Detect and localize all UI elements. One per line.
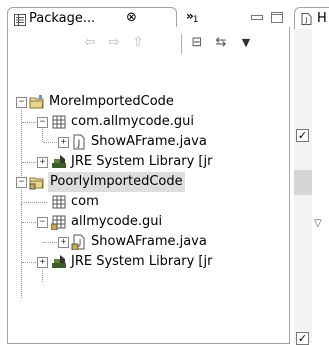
minimize-icon[interactable] [251,12,263,23]
package-icon [52,115,66,129]
package-view-tabbar: Package... ⊗ »1 [7,7,288,34]
tree-item-label: JRE System Library [jr [71,254,213,269]
tree-row-library[interactable]: + JRE System Library [jr [7,152,287,172]
svg-text:J: J [304,16,307,24]
library-icon [52,255,66,268]
tree-row-package[interactable]: com [7,192,277,212]
task-marker-icon[interactable]: ✓ [296,332,309,345]
tree-item-label: allmycode.gui [71,214,163,229]
tab-editor[interactable]: J H [294,7,329,28]
tree-row-project[interactable]: − MoreImportedCode [7,92,277,112]
collapse-toggle[interactable]: − [37,217,48,228]
task-marker-icon[interactable]: ✓ [296,129,309,142]
java-file-icon: J [73,134,85,150]
view-overflow-button[interactable]: »1 [186,9,198,25]
collapse-toggle[interactable]: − [16,97,27,108]
up-folder-icon[interactable]: ⇧ [128,34,148,52]
toolbar-separator [181,34,182,54]
package-icon [52,195,66,209]
back-arrow-icon[interactable]: ⇦ [80,34,100,52]
link-with-editor-icon[interactable]: ⇆ [211,34,231,52]
project-folder-warning-icon [29,177,44,190]
collapse-toggle[interactable]: − [16,177,27,188]
forward-arrow-icon[interactable]: ⇨ [104,34,124,52]
overflow-chevron-icon: » [186,9,194,23]
library-icon [52,155,66,168]
overflow-count: 1 [192,15,199,25]
tree-row-library[interactable]: + JRE System Library [jr [7,252,287,272]
tree-item-label: PoorlyImportedCode [48,172,185,192]
java-file-icon: J [301,13,312,25]
editor-tab-label: H [317,11,327,26]
tree-row-package[interactable]: − com.allmycode.gui [7,112,277,132]
tree-row-java-file[interactable]: + J ShowAFrame.java [7,232,277,252]
fold-toggle-icon[interactable]: ▽ [314,218,322,229]
tree-item-label: ShowAFrame.java [91,234,207,249]
package-warning-icon [51,215,66,230]
tree-row-java-file[interactable]: + J ShowAFrame.java [7,132,277,152]
tab-label: Package... [29,11,96,26]
maximize-icon[interactable] [271,12,283,23]
editor-gutter-highlight [294,170,312,195]
tree-item-label: ShowAFrame.java [91,134,207,149]
java-file-warning-icon: J [71,234,85,250]
close-icon[interactable]: ⊗ [126,10,137,25]
tree-item-label: com [71,194,99,209]
collapse-toggle[interactable]: − [37,117,48,128]
tree-item-label: JRE System Library [jr [71,154,213,169]
expand-toggle[interactable]: + [58,137,69,148]
view-toolbar: ⇦ ⇨ ⇧ ⊟ ⇆ ▼ [7,28,288,58]
package-explorer-icon [14,14,26,26]
collapse-all-icon[interactable]: ⊟ [187,34,207,52]
expand-toggle[interactable]: + [58,237,69,248]
expand-toggle[interactable]: + [37,157,48,168]
view-menu-icon[interactable]: ▼ [236,34,256,52]
project-folder-icon [29,95,44,109]
tree-row-project-selected[interactable]: − PoorlyImportedCode [7,172,279,192]
svg-text:J: J [77,139,81,149]
tree-row-package[interactable]: − allmycode.gui [7,212,277,232]
expand-toggle[interactable]: + [37,257,48,268]
tree-item-label: MoreImportedCode [49,94,174,109]
tree-item-label: com.allmycode.gui [71,114,195,129]
